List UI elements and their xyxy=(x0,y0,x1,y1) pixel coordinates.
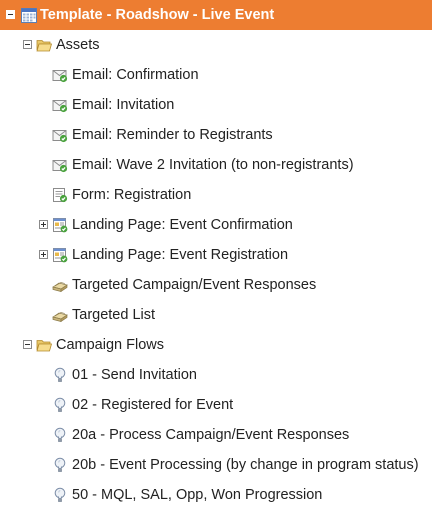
tree-node-folder-assets[interactable]: Assets xyxy=(0,30,432,60)
asset-label: Landing Page: Event Registration xyxy=(72,247,289,263)
email-icon xyxy=(52,67,68,83)
program-title: Template - Roadshow - Live Event xyxy=(40,7,275,23)
list-icon xyxy=(52,307,68,323)
landing-page-icon xyxy=(52,217,68,233)
asset-label: Form: Registration xyxy=(72,187,192,203)
lightbulb-icon xyxy=(52,397,68,413)
lightbulb-icon xyxy=(52,457,68,473)
landing-page-icon xyxy=(52,247,68,263)
asset-label: Email: Confirmation xyxy=(72,67,199,83)
campaign-label: 02 - Registered for Event xyxy=(72,397,234,413)
lightbulb-icon xyxy=(52,427,68,443)
folder-open-icon xyxy=(36,37,53,53)
asset-label: Targeted Campaign/Event Responses xyxy=(72,277,317,293)
calendar-icon xyxy=(21,7,37,23)
asset-label: Landing Page: Event Confirmation xyxy=(72,217,293,233)
tree-node-smart-campaign[interactable]: 20a - Process Campaign/Event Responses xyxy=(0,420,432,450)
tree-node-smart-campaign[interactable]: 20b - Event Processing (by change in pro… xyxy=(0,450,432,480)
tree-node-email[interactable]: Email: Invitation xyxy=(0,90,432,120)
tree-node-landing-page[interactable]: Landing Page: Event Confirmation xyxy=(0,210,432,240)
folder-label: Campaign Flows xyxy=(56,337,164,353)
expand-toggle[interactable] xyxy=(39,250,48,259)
tree-node-list[interactable]: Targeted Campaign/Event Responses xyxy=(0,270,432,300)
asset-label: Targeted List xyxy=(72,307,156,323)
form-icon xyxy=(52,187,68,203)
collapse-toggle[interactable] xyxy=(23,40,32,49)
tree-node-email[interactable]: Email: Reminder to Registrants xyxy=(0,120,432,150)
tree-node-landing-page[interactable]: Landing Page: Event Registration xyxy=(0,240,432,270)
tree-node-email[interactable]: Email: Confirmation xyxy=(0,60,432,90)
campaign-label: 20a - Process Campaign/Event Responses xyxy=(72,427,350,443)
campaign-label: 20b - Event Processing (by change in pro… xyxy=(72,457,419,473)
email-icon xyxy=(52,127,68,143)
collapse-toggle[interactable] xyxy=(23,340,32,349)
asset-label: Email: Reminder to Registrants xyxy=(72,127,273,143)
email-icon xyxy=(52,157,68,173)
folder-open-icon xyxy=(36,337,53,353)
lightbulb-icon xyxy=(52,487,68,503)
campaign-label: 01 - Send Invitation xyxy=(72,367,197,383)
folder-label: Assets xyxy=(56,37,100,53)
tree-node-smart-campaign[interactable]: 50 - MQL, SAL, Opp, Won Progression xyxy=(0,480,432,510)
tree-node-folder-campaign-flows[interactable]: Campaign Flows xyxy=(0,330,432,360)
campaign-label: 50 - MQL, SAL, Opp, Won Progression xyxy=(72,487,323,503)
tree-node-smart-campaign[interactable]: 02 - Registered for Event xyxy=(0,390,432,420)
list-icon xyxy=(52,277,68,293)
tree-node-email[interactable]: Email: Wave 2 Invitation (to non-registr… xyxy=(0,150,432,180)
asset-label: Email: Invitation xyxy=(72,97,175,113)
expand-toggle[interactable] xyxy=(39,220,48,229)
lightbulb-icon xyxy=(52,367,68,383)
tree-node-list[interactable]: Targeted List xyxy=(0,300,432,330)
program-tree: Template - Roadshow - Live Event Assets … xyxy=(0,0,432,510)
tree-node-form[interactable]: Form: Registration xyxy=(0,180,432,210)
tree-node-program[interactable]: Template - Roadshow - Live Event xyxy=(0,0,432,30)
asset-label: Email: Wave 2 Invitation (to non-registr… xyxy=(72,157,354,173)
email-icon xyxy=(52,97,68,113)
tree-node-smart-campaign[interactable]: 01 - Send Invitation xyxy=(0,360,432,390)
collapse-toggle[interactable] xyxy=(6,10,15,19)
